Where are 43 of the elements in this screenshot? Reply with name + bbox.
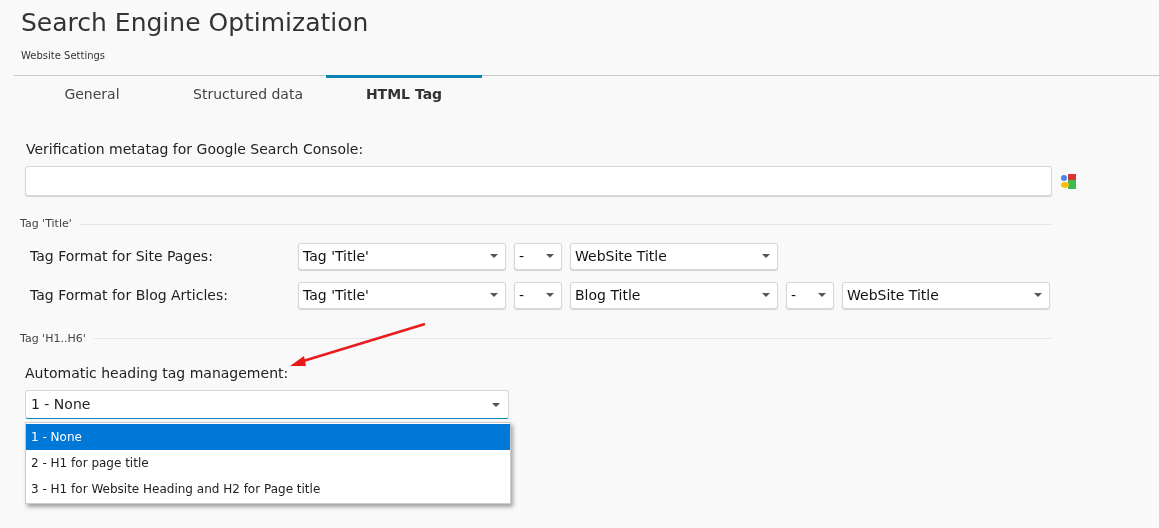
field-label: Automatic heading tag management: xyxy=(25,364,290,383)
caret-icon xyxy=(490,293,498,297)
row-label: Tag Format for Blog Articles: xyxy=(29,285,229,305)
dropdown-value: - xyxy=(519,285,525,305)
caret-icon xyxy=(490,254,498,258)
dropdown-value: WebSite Title xyxy=(847,285,939,305)
dropdown[interactable]: Tag 'Title' xyxy=(298,281,506,309)
dropdown[interactable]: - xyxy=(786,281,834,309)
caret-icon xyxy=(546,254,554,258)
dropdown[interactable]: WebSite Title xyxy=(842,281,1050,309)
dropdown-option[interactable]: 1 - None xyxy=(26,424,510,450)
page-subtitle: Website Settings xyxy=(21,49,107,63)
dropdown-option[interactable]: 3 - H1 for Website Heading and H2 for Page title xyxy=(26,476,510,502)
row-label: Tag Format for Site Pages: xyxy=(29,246,214,266)
caret-icon xyxy=(546,293,554,297)
section-heading: Tag 'Title' xyxy=(20,216,72,232)
dropdown[interactable]: - xyxy=(514,281,562,309)
tab[interactable]: Structured data xyxy=(170,75,326,111)
dropdown[interactable]: - xyxy=(514,242,562,270)
tab[interactable]: HTML Tag xyxy=(326,75,482,111)
dropdown[interactable]: Blog Title xyxy=(570,281,778,309)
dropdown-value: Tag 'Title' xyxy=(303,285,369,305)
caret-icon xyxy=(762,254,770,258)
dropdown-value: WebSite Title xyxy=(575,246,667,266)
section-heading: Tag 'H1..H6' xyxy=(20,330,86,347)
dropdown-value: Tag 'Title' xyxy=(303,246,369,266)
dropdown[interactable]: Tag 'Title' xyxy=(298,242,506,270)
dropdown[interactable]: WebSite Title xyxy=(570,242,778,270)
dropdown-option[interactable]: 2 - H1 for page title xyxy=(26,450,510,476)
dropdown-value: - xyxy=(519,246,525,266)
verification-field[interactable] xyxy=(25,166,1052,196)
dropdown-value: - xyxy=(791,285,797,305)
dropdown-value: Blog Title xyxy=(575,285,641,305)
dropdown-value: 1 - None xyxy=(31,395,91,414)
page-title: Search Engine Optimization xyxy=(21,7,370,39)
field-label: Verification metatag for Google Search Console: xyxy=(26,140,365,159)
caret-icon xyxy=(492,402,500,407)
heading-dropdown[interactable]: 1 - None xyxy=(25,390,509,419)
tab[interactable]: General xyxy=(14,75,170,111)
caret-icon xyxy=(762,293,770,297)
google-logo-icon xyxy=(1060,173,1076,189)
caret-icon xyxy=(1034,293,1042,297)
caret-icon xyxy=(818,293,826,297)
